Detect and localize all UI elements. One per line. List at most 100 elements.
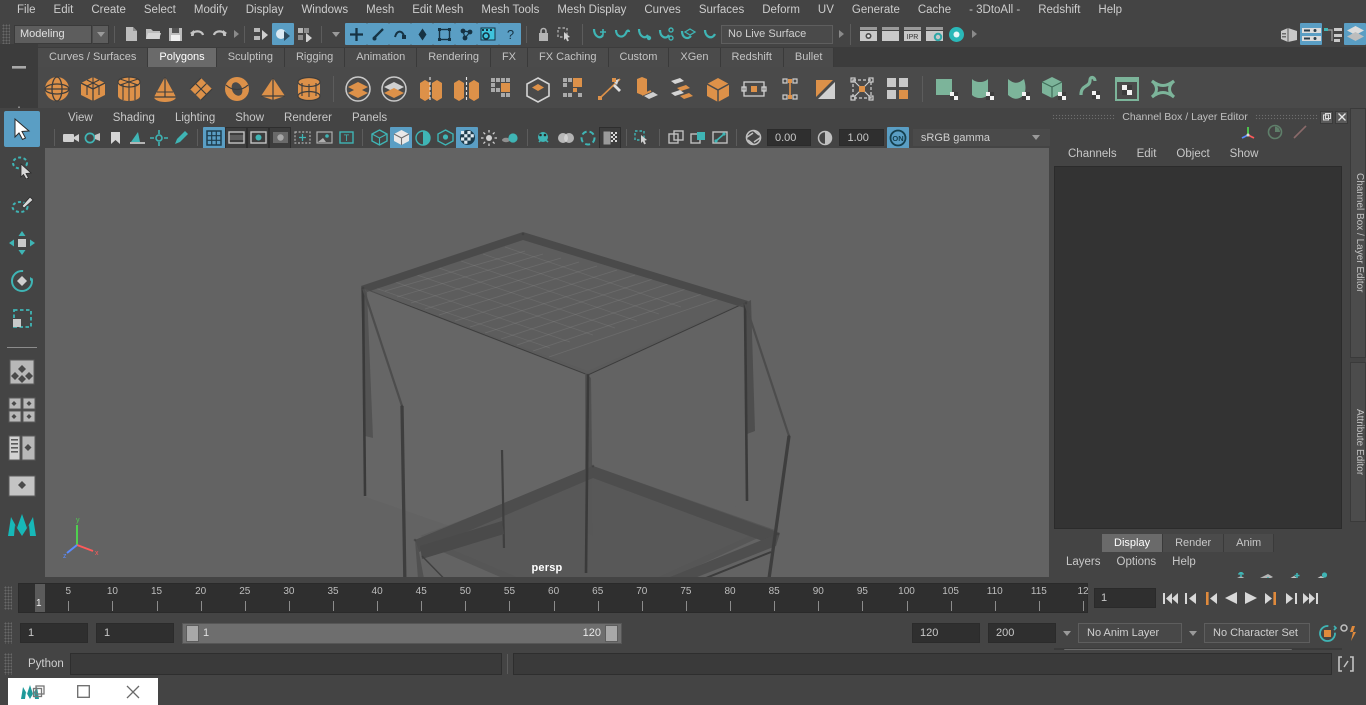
close-window-icon[interactable] xyxy=(108,678,158,705)
poly-pyramid-icon[interactable] xyxy=(256,72,290,106)
shelf-tab-menu-icon[interactable] xyxy=(2,50,36,84)
channel-box-list[interactable] xyxy=(1054,166,1342,529)
tab-display[interactable]: Display xyxy=(1102,534,1164,552)
shadows-icon[interactable] xyxy=(500,127,522,149)
wireframe-icon[interactable] xyxy=(368,127,390,149)
smooth-icon[interactable] xyxy=(485,72,519,106)
panel-grip[interactable] xyxy=(1052,114,1116,120)
insert-edge-loop-icon[interactable] xyxy=(773,72,807,106)
mask-vertex-face-icon[interactable] xyxy=(433,23,455,45)
maya-app-icon[interactable] xyxy=(8,678,58,705)
four-view-layout[interactable] xyxy=(4,392,40,428)
screen-space-ao-icon[interactable] xyxy=(533,127,555,149)
scale-tool[interactable] xyxy=(4,301,40,337)
step-forward-frame-icon[interactable] xyxy=(1262,588,1279,608)
range-slider-grip[interactable] xyxy=(4,622,12,644)
resolution-gate-icon[interactable] xyxy=(247,126,269,149)
menu-3dtoall[interactable]: - 3DtoAll - xyxy=(960,0,1029,21)
anim-layer-chevron-icon[interactable] xyxy=(1056,630,1078,636)
multisample-icon[interactable] xyxy=(577,127,599,149)
image-plane-icon[interactable] xyxy=(126,127,148,149)
rotate-tool[interactable] xyxy=(4,263,40,299)
command-input-field[interactable] xyxy=(70,653,502,675)
channel-box-menu-channels[interactable]: Channels xyxy=(1058,148,1127,160)
shelf-tab-redshift[interactable]: Redshift xyxy=(720,48,784,67)
outliner-persp-layout[interactable] xyxy=(4,430,40,466)
go-to-end-icon[interactable] xyxy=(1302,588,1319,608)
shelf-tab-rendering[interactable]: Rendering xyxy=(417,48,491,67)
uv-cut-sew-icon[interactable] xyxy=(1146,72,1180,106)
playback-end-time-field[interactable]: 120 xyxy=(912,623,980,643)
side-tab-channel-box[interactable]: Channel Box / Layer Editor xyxy=(1350,108,1366,358)
poly-cone-icon[interactable] xyxy=(148,72,182,106)
lock-icon[interactable] xyxy=(532,23,554,45)
menu-edit-mesh[interactable]: Edit Mesh xyxy=(403,0,472,21)
menu-display[interactable]: Display xyxy=(237,0,293,21)
shelf-tab-fx-caching[interactable]: FX Caching xyxy=(528,48,609,67)
grease-pencil-icon[interactable] xyxy=(170,127,192,149)
mask-help-icon[interactable]: ? xyxy=(499,23,521,45)
redo-icon[interactable] xyxy=(208,23,230,45)
live-surface-field[interactable]: No Live Surface xyxy=(721,24,833,44)
exposure-aperture-icon[interactable] xyxy=(742,127,764,149)
uv-editor-icon[interactable] xyxy=(1110,72,1144,106)
snap-to-view-plane-icon[interactable] xyxy=(677,23,699,45)
tab-anim[interactable]: Anim xyxy=(1224,534,1275,552)
xray-joints-icon[interactable]: T xyxy=(335,127,357,149)
snap-to-grid-icon[interactable] xyxy=(589,23,611,45)
save-scene-icon[interactable] xyxy=(164,23,186,45)
layer-menu-layers[interactable]: Layers xyxy=(1058,556,1109,568)
film-gate-icon[interactable] xyxy=(225,126,247,149)
combine-icon[interactable] xyxy=(413,72,447,106)
lasso-select-tool[interactable] xyxy=(4,149,40,185)
select-by-component-type-icon[interactable] xyxy=(294,23,316,45)
open-outliner-icon[interactable] xyxy=(1278,23,1300,45)
tab-render[interactable]: Render xyxy=(1163,534,1225,552)
menu-surfaces[interactable]: Surfaces xyxy=(690,0,753,21)
auto-keyframe-icon[interactable] xyxy=(1316,622,1338,644)
shaded-wireframe-icon[interactable] xyxy=(412,127,434,149)
extrude-icon[interactable] xyxy=(521,72,555,106)
anim-layer-icon[interactable] xyxy=(1267,124,1283,145)
snap-to-point-icon[interactable] xyxy=(633,23,655,45)
menu-cache[interactable]: Cache xyxy=(909,0,960,21)
shelf-tab-bullet[interactable]: Bullet xyxy=(783,48,835,67)
menu-edit[interactable]: Edit xyxy=(45,0,83,21)
xray-icon[interactable] xyxy=(665,127,687,149)
select-by-hierarchy-icon[interactable] xyxy=(250,23,272,45)
gate-mask-icon[interactable] xyxy=(269,126,291,149)
menu-create[interactable]: Create xyxy=(82,0,135,21)
play-forwards-icon[interactable] xyxy=(1242,588,1259,608)
depth-of-field-icon[interactable] xyxy=(599,126,621,149)
menu-file[interactable]: File xyxy=(8,0,45,21)
animation-end-time-field[interactable]: 200 xyxy=(988,623,1056,643)
shelf-tab-animation[interactable]: Animation xyxy=(345,48,418,67)
motion-blur-icon[interactable] xyxy=(555,127,577,149)
uv-unfold-icon[interactable] xyxy=(1074,72,1108,106)
make-live-icon[interactable] xyxy=(699,23,721,45)
menu-help[interactable]: Help xyxy=(1089,0,1131,21)
crease-icon[interactable] xyxy=(809,72,843,106)
character-set-chevron-icon[interactable] xyxy=(1182,630,1204,636)
viewport-menu-lighting[interactable]: Lighting xyxy=(165,112,225,124)
menu-mesh-display[interactable]: Mesh Display xyxy=(548,0,635,21)
maximize-window-icon[interactable] xyxy=(58,678,108,705)
menu-select[interactable]: Select xyxy=(135,0,185,21)
color-management-toggle-icon[interactable]: ON xyxy=(886,126,909,149)
grid-toggle-icon[interactable] xyxy=(203,126,225,149)
menu-curves[interactable]: Curves xyxy=(635,0,689,21)
step-back-keyframe-icon[interactable] xyxy=(1182,588,1199,608)
bridge-icon[interactable] xyxy=(629,72,663,106)
panel-grip-right[interactable] xyxy=(1254,114,1318,120)
bookmark-icon[interactable] xyxy=(104,127,126,149)
target-weld-icon[interactable] xyxy=(737,72,771,106)
mask-face-icon[interactable] xyxy=(389,23,411,45)
paint-select-tool[interactable] xyxy=(4,187,40,223)
xray-joints-toggle-icon[interactable] xyxy=(709,127,731,149)
camera-attributes-icon[interactable] xyxy=(82,127,104,149)
bevel-icon[interactable] xyxy=(557,72,591,106)
gamma-icon[interactable] xyxy=(814,127,836,149)
close-icon[interactable] xyxy=(1335,110,1348,124)
render-layer-icon[interactable] xyxy=(1292,124,1308,145)
mask-uv-icon[interactable] xyxy=(411,23,433,45)
